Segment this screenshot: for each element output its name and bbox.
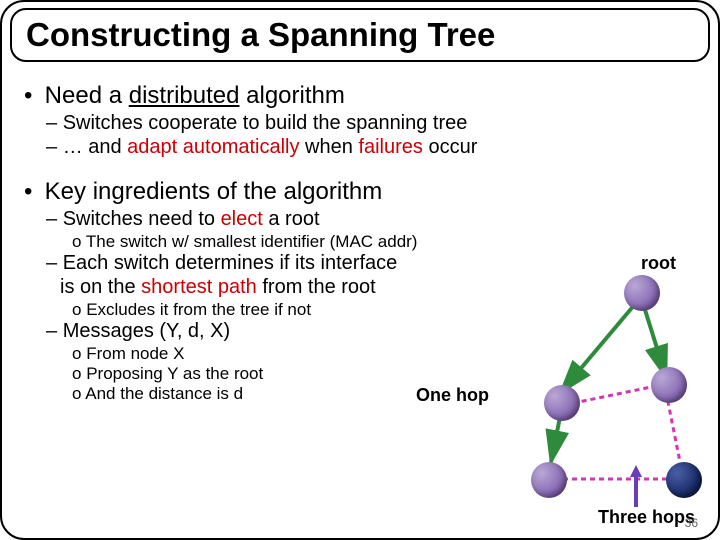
text: Switches need to [63,208,221,230]
text: Key ingredients of the algorithm [45,178,383,205]
text: from the root [257,276,376,298]
text: Each switch determines if its interface [63,252,398,274]
bullet-level2: – … and adapt automatically when failure… [46,136,702,159]
title-box: Constructing a Spanning Tree [10,8,710,62]
text: is on the [60,276,141,298]
bullet-level1: • Need a distributed algorithm [24,82,702,110]
node [531,462,567,498]
bullet-level3: o The switch w/ smallest identifier (MAC… [72,232,702,252]
text: a root [263,208,320,230]
text: Excludes it from the tree if not [86,300,311,319]
slide-frame: Constructing a Spanning Tree • Need a di… [0,0,720,540]
node [651,367,687,403]
slide-title: Constructing a Spanning Tree [26,16,694,54]
text: Need a [45,82,129,109]
bullet-level2: – Switches cooperate to build the spanni… [46,112,702,135]
text: when [300,136,359,158]
text: And the distance is d [85,384,243,403]
text: algorithm [239,82,344,109]
label-root: root [641,253,676,274]
text: Proposing Y as the root [86,364,263,383]
node [544,385,580,421]
text-red: shortest path [141,276,257,298]
text: From node X [86,344,184,363]
bullet-level1: • Key ingredients of the algorithm [24,178,702,206]
spacer [18,160,702,178]
text-red: elect [221,208,263,230]
label-one-hop: One hop [416,385,489,406]
node-root [624,275,660,311]
text-red: adapt automatically [127,136,299,158]
network-diagram: root One hop Three hops [506,257,716,537]
text: The switch w/ smallest identifier (MAC a… [86,232,418,251]
text: Messages (Y, d, X) [63,320,230,342]
text-red: failures [358,136,422,158]
page-number: 36 [685,516,698,530]
text: … and [63,136,127,158]
node-dark [666,462,702,498]
bullet-level2: – Switches need to elect a root [46,208,702,231]
label-three-hops: Three hops [598,507,695,528]
bullet-dot: • [24,178,38,206]
text: occur [423,136,477,158]
text: Switches cooperate to build the spanning… [63,112,468,134]
bullet-dot: • [24,82,38,110]
text-underline: distributed [129,82,240,109]
